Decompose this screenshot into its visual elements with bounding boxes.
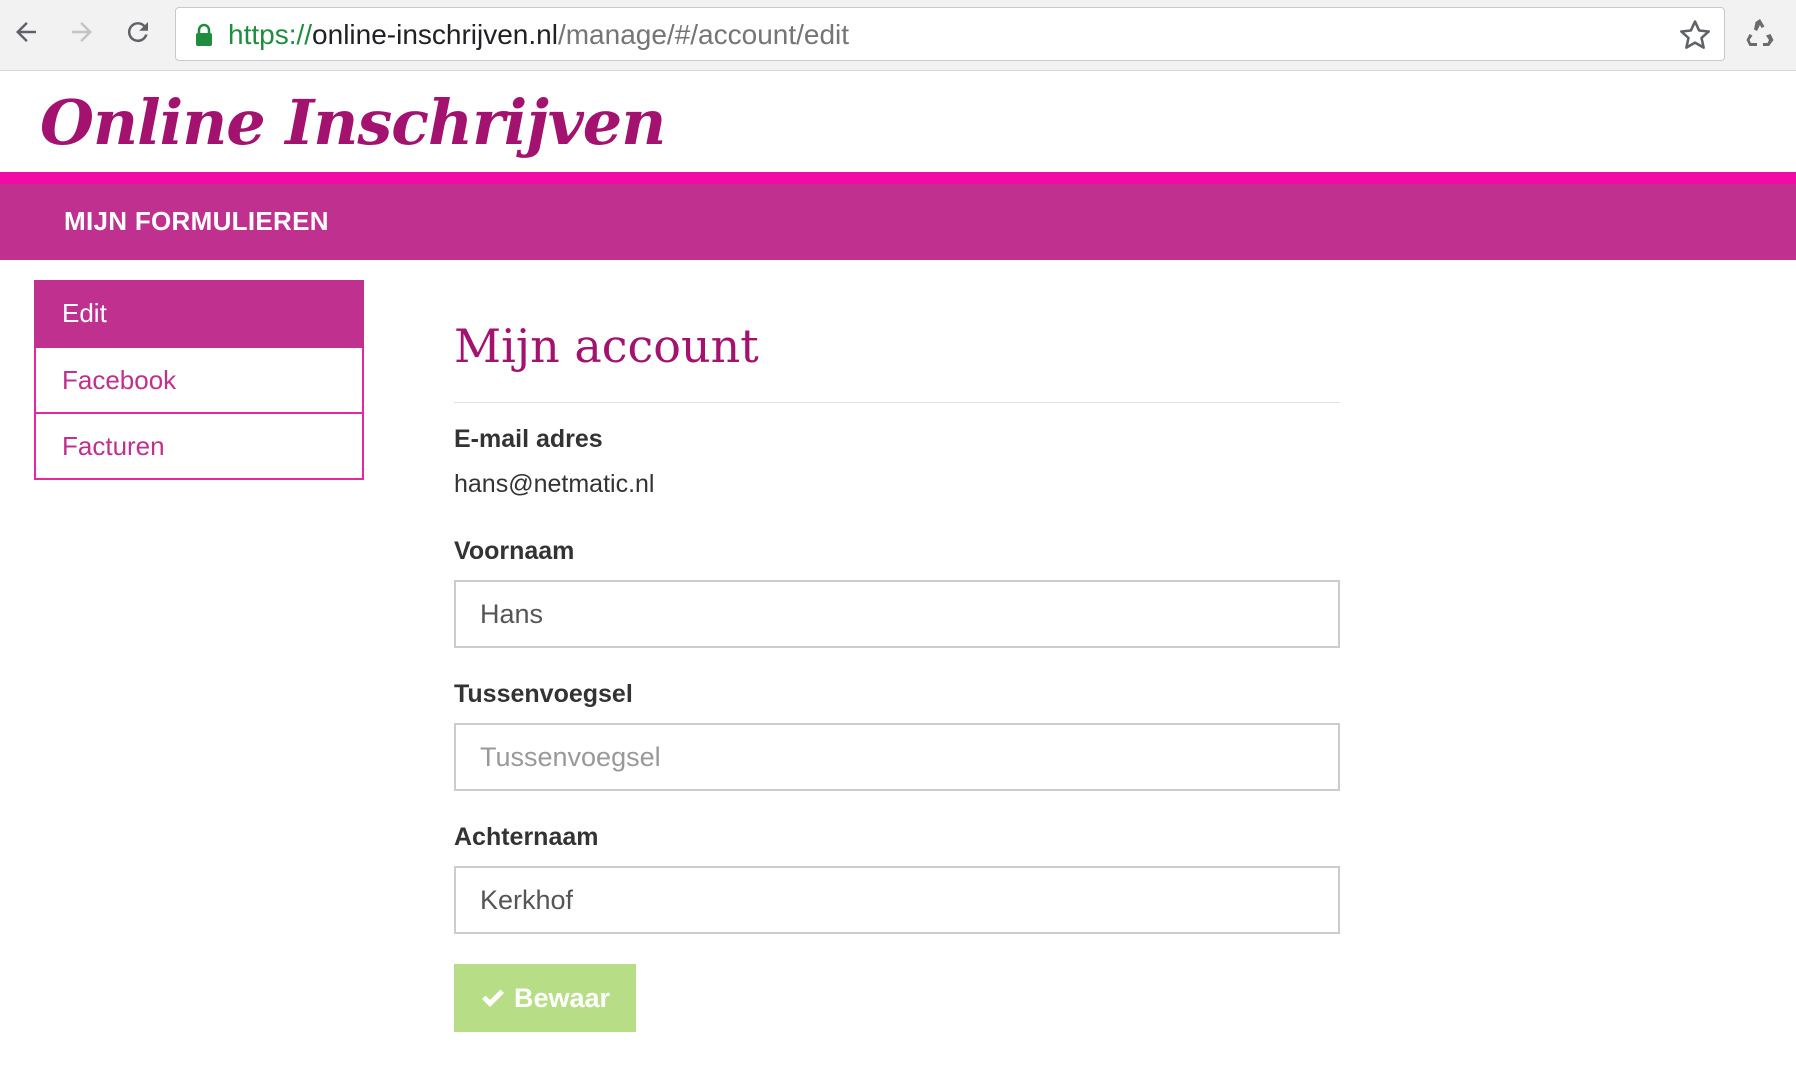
url-host: online-inschrijven.nl bbox=[312, 19, 558, 50]
sidebar-item-facebook[interactable]: Facebook bbox=[34, 348, 364, 414]
url-text: https://online-inschrijven.nl/manage/#/a… bbox=[228, 18, 849, 52]
bookmark-star-icon[interactable] bbox=[1678, 18, 1712, 52]
main-navbar: MIJN FORMULIEREN bbox=[0, 184, 1796, 260]
first-name-field[interactable] bbox=[454, 580, 1340, 648]
arrow-right-icon bbox=[72, 22, 92, 42]
last-name-label: Achternaam bbox=[454, 823, 599, 851]
browser-toolbar: https://online-inschrijven.nl/manage/#/a… bbox=[0, 0, 1796, 71]
url-path: /manage/#/account/edit bbox=[557, 19, 850, 50]
sidebar-item-facturen[interactable]: Facturen bbox=[34, 414, 364, 480]
save-button-label: Bewaar bbox=[513, 982, 611, 1013]
forward-button[interactable] bbox=[64, 14, 100, 50]
reload-button[interactable] bbox=[120, 14, 156, 50]
infix-field[interactable] bbox=[454, 723, 1340, 791]
back-button[interactable] bbox=[8, 14, 44, 50]
sidebar-item-edit[interactable]: Edit bbox=[34, 280, 364, 348]
address-bar[interactable]: https://online-inschrijven.nl/manage/#/a… bbox=[175, 7, 1725, 61]
title-divider bbox=[454, 402, 1340, 403]
arrow-left-icon bbox=[16, 22, 36, 42]
page-title: Mijn account bbox=[454, 319, 759, 373]
save-button[interactable]: Bewaar bbox=[454, 964, 636, 1032]
account-sidebar: Edit Facebook Facturen bbox=[34, 280, 364, 480]
email-label: E-mail adres bbox=[454, 425, 603, 453]
nav-link-mijn-formulieren[interactable]: MIJN FORMULIEREN bbox=[64, 206, 329, 237]
lock-icon bbox=[196, 23, 212, 46]
infix-label: Tussenvoegsel bbox=[454, 680, 633, 708]
site-logo[interactable]: Online Inschrijven bbox=[40, 86, 666, 159]
accent-line bbox=[0, 172, 1796, 184]
email-value: hans@netmatic.nl bbox=[454, 470, 655, 498]
checkmark-icon bbox=[481, 989, 504, 1007]
site-header: Online Inschrijven bbox=[0, 72, 1796, 172]
last-name-field[interactable] bbox=[454, 866, 1340, 934]
recycle-extension-icon[interactable] bbox=[1742, 16, 1778, 52]
url-scheme: https:// bbox=[228, 19, 313, 50]
account-form: Mijn account E-mail adres hans@netmatic.… bbox=[454, 310, 1340, 1032]
reload-icon bbox=[127, 22, 148, 43]
first-name-label: Voornaam bbox=[454, 537, 575, 565]
